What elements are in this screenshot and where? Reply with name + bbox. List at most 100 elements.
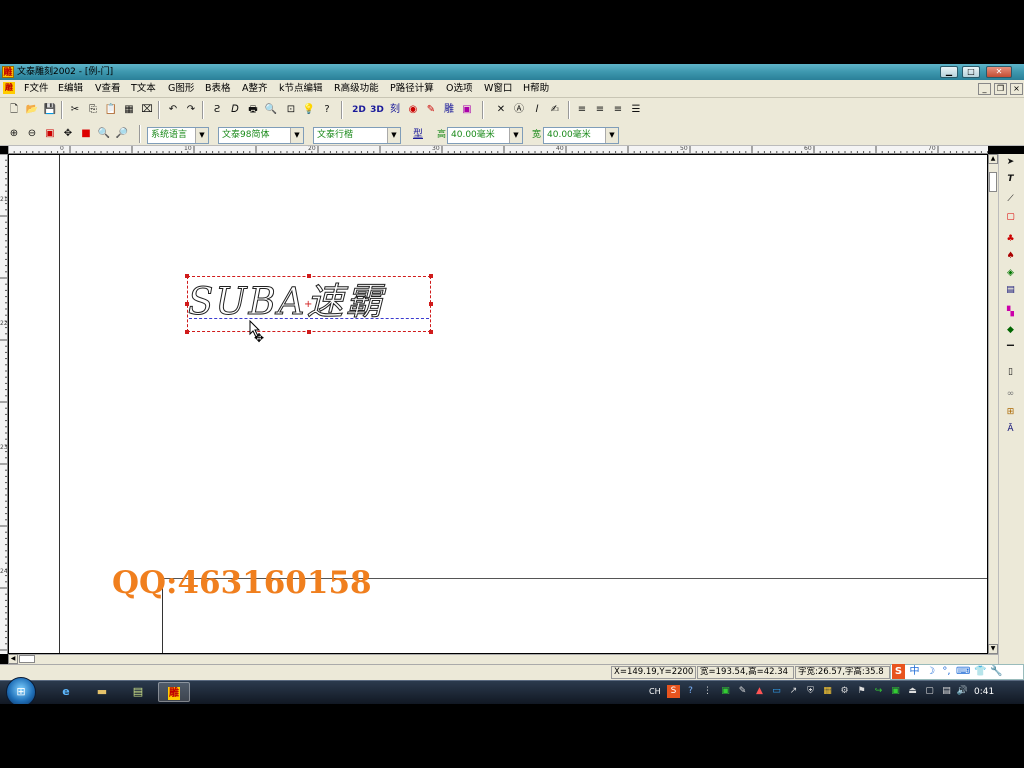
table-tool-icon[interactable]: ▤ bbox=[1003, 283, 1018, 298]
link-tool-icon[interactable]: ∞ bbox=[1003, 387, 1018, 402]
grid-icon[interactable]: ▦ bbox=[120, 101, 138, 119]
menu-window[interactable]: W窗口 bbox=[484, 83, 512, 95]
title-bar[interactable] bbox=[0, 64, 1024, 80]
red-target-icon[interactable]: ◉ bbox=[404, 101, 422, 119]
paint-tool-icon[interactable]: ♣ bbox=[1003, 232, 1018, 247]
resize-handle[interactable] bbox=[429, 274, 433, 278]
ie-icon[interactable]: e bbox=[50, 682, 82, 702]
color-fill-icon[interactable]: ■ bbox=[77, 125, 95, 143]
italic-frame-icon[interactable]: 𝘋 bbox=[226, 101, 244, 119]
explorer-icon[interactable]: ▬ bbox=[86, 682, 118, 702]
pan-icon[interactable]: ✥ bbox=[59, 125, 77, 143]
help-tray-icon[interactable]: ? bbox=[684, 685, 697, 698]
type-button[interactable]: 型 bbox=[409, 126, 427, 144]
resize-handle[interactable] bbox=[429, 330, 433, 334]
resize-handle[interactable] bbox=[429, 302, 433, 306]
text-flow-icon[interactable]: Ƨ bbox=[208, 101, 226, 119]
usb-tray-icon[interactable]: ⏏ bbox=[906, 685, 919, 698]
transform-tool-icon[interactable]: ⊞ bbox=[1003, 405, 1018, 420]
align-right-icon[interactable]: ≡ bbox=[609, 101, 627, 119]
frame-icon[interactable]: ⊡ bbox=[282, 101, 300, 119]
scroll-up-button[interactable]: ▲ bbox=[988, 154, 998, 164]
align-left-icon[interactable]: ≡ bbox=[573, 101, 591, 119]
settings-wrench-icon[interactable]: 🔧 bbox=[990, 664, 1003, 679]
flag-tray-icon[interactable]: ⚑ bbox=[855, 685, 868, 698]
menu-edit[interactable]: E编辑 bbox=[58, 83, 83, 95]
monitor-tray-icon[interactable]: ▢ bbox=[923, 685, 936, 698]
zoom-out-icon[interactable]: ⊖ bbox=[23, 125, 41, 143]
tool-tray-icon[interactable]: ↗ bbox=[787, 685, 800, 698]
app-icon[interactable]: 雕 bbox=[2, 66, 14, 78]
scroll-down-button[interactable]: ▼ bbox=[988, 644, 998, 654]
sogou-tray-icon[interactable]: S bbox=[667, 685, 680, 698]
chinese-mode-icon[interactable]: 中 bbox=[908, 664, 921, 679]
align-justify-icon[interactable]: ☰ bbox=[627, 101, 645, 119]
2d-button[interactable]: 2D bbox=[350, 101, 368, 119]
network-tray-icon[interactable]: ▣ bbox=[889, 685, 902, 698]
font-language-select[interactable]: 系统语言 ▼ bbox=[147, 127, 209, 144]
skin-icon[interactable]: 👕 bbox=[974, 664, 987, 679]
menu-advanced[interactable]: R高级功能 bbox=[334, 83, 379, 95]
menu-path-calc[interactable]: P路径计算 bbox=[390, 83, 434, 95]
pen-tray-icon[interactable]: ✎ bbox=[736, 685, 749, 698]
height-input[interactable]: 40.00毫米 ▼ bbox=[447, 127, 523, 144]
alert-tray-icon[interactable]: ▲ bbox=[753, 685, 766, 698]
menu-help[interactable]: H帮助 bbox=[523, 83, 549, 95]
font-name-select[interactable]: 文泰98简体 ▼ bbox=[218, 127, 304, 144]
align-center-icon[interactable]: ≡ bbox=[591, 101, 609, 119]
gear-tray-icon[interactable]: ⚙ bbox=[838, 685, 851, 698]
resize-handle[interactable] bbox=[307, 330, 311, 334]
menu-align[interactable]: A整齐 bbox=[242, 83, 268, 95]
punctuation-icon[interactable]: °, bbox=[940, 664, 953, 679]
bulb-icon[interactable]: 💡 bbox=[300, 101, 318, 119]
save-tray-icon[interactable]: ▣ bbox=[719, 685, 732, 698]
menu-table[interactable]: B表格 bbox=[205, 83, 231, 95]
menu-view[interactable]: V查看 bbox=[95, 83, 121, 95]
resize-handle[interactable] bbox=[185, 330, 189, 334]
carve-icon[interactable]: 刻 bbox=[386, 101, 404, 119]
engrave-icon[interactable]: 雕 bbox=[440, 101, 458, 119]
scroll-left-button[interactable]: ◀ bbox=[8, 654, 18, 664]
copy-icon[interactable]: ⎘ bbox=[84, 101, 102, 119]
save-icon[interactable]: 💾 bbox=[41, 101, 59, 119]
maximize-button[interactable]: □ bbox=[962, 66, 980, 78]
format-painter-icon[interactable]: ⌧ bbox=[138, 101, 156, 119]
sogou-icon[interactable]: S bbox=[892, 664, 905, 679]
menu-file[interactable]: F文件 bbox=[24, 83, 48, 95]
layer-tool-icon[interactable]: ▔ bbox=[1003, 344, 1018, 359]
zoom-fit-icon[interactable]: 🔍 bbox=[95, 125, 113, 143]
menu-options[interactable]: O选项 bbox=[446, 83, 472, 95]
edit-box-icon[interactable]: ✍ bbox=[546, 101, 564, 119]
cut-icon[interactable]: ✂ bbox=[66, 101, 84, 119]
moon-icon[interactable]: ☽ bbox=[924, 664, 937, 679]
3d-button[interactable]: 3D bbox=[368, 101, 386, 119]
text-a-icon[interactable]: Ⓐ bbox=[510, 101, 528, 119]
zoom-actual-icon[interactable]: 🔎 bbox=[113, 125, 131, 143]
help-icon[interactable]: ? bbox=[318, 101, 336, 119]
node-tool-icon[interactable]: ⟋ bbox=[1003, 192, 1018, 207]
text-tool-icon[interactable]: T bbox=[1003, 172, 1018, 187]
document-icon[interactable]: 雕 bbox=[3, 82, 15, 94]
undo-icon[interactable]: ↶ bbox=[164, 101, 182, 119]
fill-tool-icon[interactable]: ♠ bbox=[1003, 249, 1018, 264]
shield-tray-icon[interactable]: ⛨ bbox=[804, 685, 817, 698]
mdi-restore-button[interactable]: ❐ bbox=[994, 83, 1007, 95]
clock[interactable]: 0:41 bbox=[974, 686, 994, 698]
engrave-app-icon[interactable]: 雕 bbox=[158, 682, 190, 702]
close-button[interactable]: ✕ bbox=[986, 66, 1012, 78]
color-grid-icon[interactable]: ▚ bbox=[1003, 305, 1018, 320]
notepad-icon[interactable]: ▤ bbox=[122, 682, 154, 702]
cross-icon[interactable]: ✕ bbox=[492, 101, 510, 119]
print-preview-icon[interactable]: 🔍 bbox=[262, 101, 280, 119]
redo-icon[interactable]: ↷ bbox=[182, 101, 200, 119]
page-tool-icon[interactable]: ▯ bbox=[1003, 365, 1018, 380]
menu-text[interactable]: T文本 bbox=[131, 83, 156, 95]
palette-icon[interactable]: ▣ bbox=[458, 101, 476, 119]
lan-tray-icon[interactable]: ▤ bbox=[940, 685, 953, 698]
menu-graphics[interactable]: G图形 bbox=[168, 83, 194, 95]
width-input[interactable]: 40.00毫米 ▼ bbox=[543, 127, 619, 144]
share-tray-icon[interactable]: ↪ bbox=[872, 685, 885, 698]
scroll-thumb[interactable] bbox=[989, 172, 997, 192]
italic-icon[interactable]: 𝐼 bbox=[528, 101, 546, 119]
zoom-box-icon[interactable]: ▣ bbox=[41, 125, 59, 143]
